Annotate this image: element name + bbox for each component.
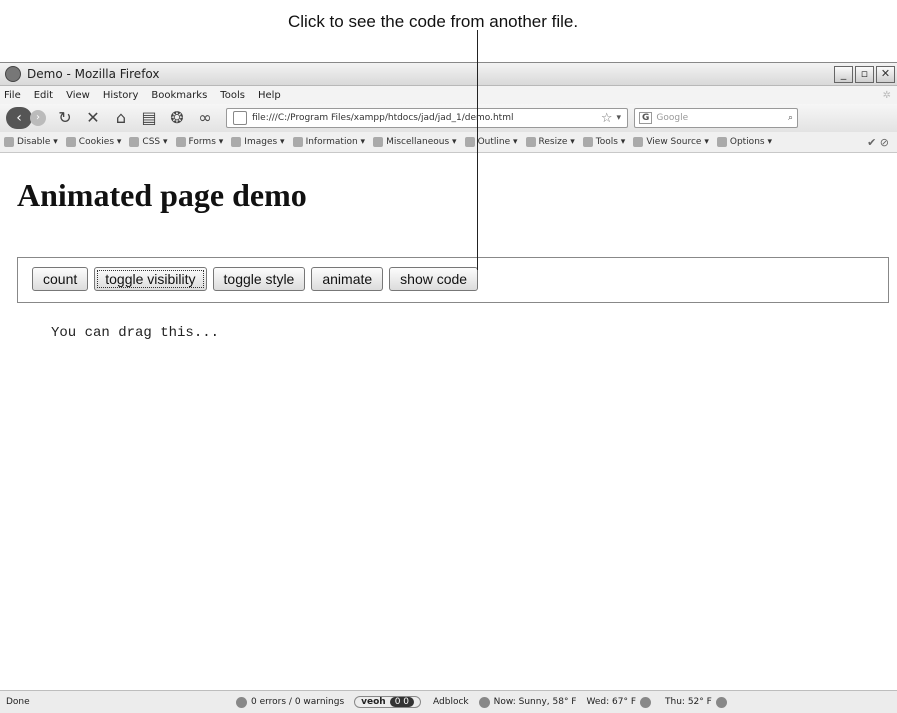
page-heading: Animated page demo bbox=[17, 177, 307, 213]
page-icon bbox=[233, 111, 247, 125]
information-icon bbox=[292, 137, 303, 147]
error-check-icon bbox=[236, 696, 247, 708]
weather-sun-icon bbox=[478, 696, 490, 708]
minimize-button[interactable]: _ bbox=[834, 65, 853, 83]
status-text: Done bbox=[6, 697, 30, 707]
restore-button[interactable]: ▫ bbox=[855, 65, 874, 83]
web-developer-toolbar: Disable ▾ Cookies ▾ CSS ▾ Forms ▾ Images… bbox=[0, 132, 897, 153]
devbar-cookies[interactable]: Cookies ▾ bbox=[65, 137, 121, 147]
count-button[interactable]: count bbox=[32, 267, 89, 291]
weather-thu[interactable]: Thu: 52° F bbox=[665, 696, 731, 708]
devbar-disable[interactable]: Disable ▾ bbox=[4, 137, 58, 147]
devbar-tools[interactable]: Tools ▾ bbox=[582, 137, 625, 147]
tools-icon bbox=[582, 137, 593, 147]
errors-indicator[interactable]: 0 errors / 0 warnings bbox=[236, 696, 344, 708]
devbar-css[interactable]: CSS ▾ bbox=[129, 137, 168, 147]
devbar-options[interactable]: Options ▾ bbox=[716, 137, 772, 147]
miscellaneous-icon bbox=[373, 137, 384, 147]
page-content: Animated page demo count toggle visibili… bbox=[0, 153, 897, 693]
devbar-images[interactable]: Images ▾ bbox=[231, 137, 285, 147]
validation-status-icon[interactable]: ✔ ⊘ bbox=[867, 136, 889, 149]
firebug-icon[interactable]: ❂ bbox=[168, 109, 186, 127]
view-source-icon bbox=[633, 137, 644, 147]
glasses-icon[interactable]: ∞ bbox=[196, 109, 214, 127]
menu-file[interactable]: File bbox=[4, 90, 21, 101]
back-button[interactable]: ‹ bbox=[6, 107, 32, 129]
menu-view[interactable]: View bbox=[66, 90, 90, 101]
outline-icon bbox=[464, 137, 475, 147]
url-dropdown-icon[interactable]: ▾ bbox=[616, 113, 621, 123]
css-icon bbox=[129, 137, 140, 147]
search-box[interactable]: G Google ⌕ bbox=[634, 108, 798, 128]
menu-edit[interactable]: Edit bbox=[34, 90, 53, 101]
weather-partly-cloudy-icon bbox=[715, 696, 727, 708]
devbar-resize[interactable]: Resize ▾ bbox=[525, 137, 575, 147]
menu-bookmarks[interactable]: Bookmarks bbox=[151, 90, 207, 101]
weather-now[interactable]: Now: Sunny, 58° F bbox=[478, 696, 577, 708]
veoh-counts: 0 0 bbox=[389, 697, 415, 707]
print-icon[interactable]: ▤ bbox=[140, 109, 158, 127]
url-bar[interactable]: file:///C:/Program Files/xampp/htdocs/ja… bbox=[226, 108, 628, 128]
devbar-information[interactable]: Information ▾ bbox=[292, 137, 365, 147]
search-engine-icon[interactable]: G bbox=[639, 112, 653, 124]
veoh-widget[interactable]: veoh 0 0 bbox=[354, 696, 422, 708]
menu-help[interactable]: Help bbox=[258, 90, 281, 101]
resize-icon bbox=[525, 137, 536, 147]
devbar-miscellaneous[interactable]: Miscellaneous ▾ bbox=[373, 137, 457, 147]
toggle-visibility-button[interactable]: toggle visibility bbox=[94, 267, 207, 291]
show-code-button[interactable]: show code bbox=[389, 267, 479, 291]
browser-window: Demo - Mozilla Firefox _ ▫ ✕ File Edit V… bbox=[0, 62, 897, 713]
callout-text: Click to see the code from another file. bbox=[288, 12, 579, 31]
search-placeholder: Google bbox=[656, 113, 689, 123]
throbber-icon: ✲ bbox=[882, 89, 891, 101]
title-bar: Demo - Mozilla Firefox _ ▫ ✕ bbox=[0, 63, 897, 86]
forms-icon bbox=[175, 137, 186, 147]
menu-history[interactable]: History bbox=[103, 90, 139, 101]
menu-bar: File Edit View History Bookmarks Tools H… bbox=[0, 86, 897, 104]
devbar-view-source[interactable]: View Source ▾ bbox=[633, 137, 709, 147]
adblock-indicator[interactable]: Adblock bbox=[433, 697, 469, 707]
images-icon bbox=[231, 137, 242, 147]
cookies-icon bbox=[65, 137, 76, 147]
toggle-style-button[interactable]: toggle style bbox=[212, 267, 306, 291]
devbar-outline[interactable]: Outline ▾ bbox=[464, 137, 518, 147]
disable-icon bbox=[4, 137, 14, 147]
status-bar: Done 0 errors / 0 warnings veoh 0 0 Adblo… bbox=[0, 690, 897, 713]
navigation-toolbar: ‹ › ↻ ✕ ⌂ ▤ ❂ ∞ file:///C:/Program Files… bbox=[0, 104, 897, 132]
close-button[interactable]: ✕ bbox=[876, 65, 895, 83]
home-icon[interactable]: ⌂ bbox=[112, 109, 130, 127]
forward-button[interactable]: › bbox=[30, 110, 46, 126]
options-icon bbox=[716, 137, 727, 147]
firefox-logo-icon bbox=[5, 66, 21, 82]
stop-icon[interactable]: ✕ bbox=[84, 109, 102, 127]
button-row: count toggle visibility toggle style ani… bbox=[32, 267, 479, 291]
callout-pointer-line bbox=[477, 30, 478, 270]
weather-cloud-icon bbox=[640, 696, 652, 708]
devbar-forms[interactable]: Forms ▾ bbox=[175, 137, 223, 147]
menu-tools[interactable]: Tools bbox=[220, 90, 245, 101]
button-fieldset: count toggle visibility toggle style ani… bbox=[17, 257, 889, 303]
weather-wed[interactable]: Wed: 67° F bbox=[587, 696, 656, 708]
url-text: file:///C:/Program Files/xampp/htdocs/ja… bbox=[252, 113, 514, 123]
reload-icon[interactable]: ↻ bbox=[56, 109, 74, 127]
window-title: Demo - Mozilla Firefox bbox=[27, 67, 160, 81]
bookmark-star-icon[interactable]: ☆ bbox=[601, 111, 613, 126]
animate-button[interactable]: animate bbox=[311, 267, 384, 291]
search-icon[interactable]: ⌕ bbox=[788, 113, 793, 123]
draggable-text[interactable]: You can drag this... bbox=[51, 325, 219, 341]
